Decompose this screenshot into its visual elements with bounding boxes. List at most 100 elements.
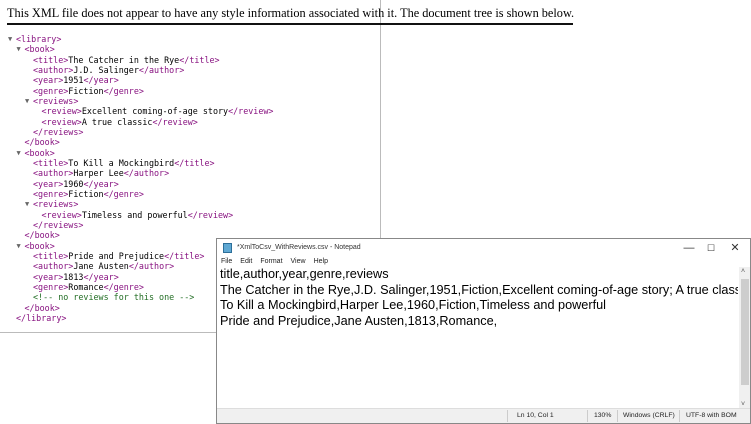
xml-open-tag: </reviews> — [33, 219, 84, 230]
xml-line: </reviews> — [33, 127, 83, 137]
notepad-window: *XmlToCsv_WithReviews.csv - Notepad — ☐ … — [216, 238, 751, 424]
xml-open-tag: <year> — [33, 75, 64, 86]
divider — [7, 23, 573, 25]
xml-line: <genre>Fiction</genre> — [33, 189, 144, 199]
xml-text: 1951 — [63, 75, 84, 86]
xml-open-tag: </book> — [24, 137, 60, 148]
xml-comment: <!-- no reviews for this one --> — [33, 292, 195, 303]
xml-line: <genre>Fiction</genre> — [33, 86, 144, 96]
xml-text: Excellent coming-of-age story — [81, 106, 229, 117]
xml-close-tag: </year> — [83, 75, 119, 86]
xml-line: <author>J.D. Salinger</author> — [33, 65, 184, 75]
minimize-button[interactable]: — — [678, 241, 700, 255]
xml-open-tag: </library> — [16, 312, 67, 323]
status-bar: Ln 10, Col 1 130% Windows (CRLF) UTF-8 w… — [217, 408, 750, 423]
xml-line: <author>Harper Lee</author> — [33, 168, 169, 178]
csv-line: title,author,year,genre,reviews — [220, 267, 389, 281]
title-bar[interactable]: *XmlToCsv_WithReviews.csv - Notepad — ☐ … — [217, 239, 750, 257]
xml-text: A true classic — [81, 116, 153, 127]
window-title: *XmlToCsv_WithReviews.csv - Notepad — [237, 244, 361, 251]
scroll-up-icon[interactable]: ˄ — [741, 268, 745, 275]
xml-text: Harper Lee — [73, 168, 124, 179]
xml-line: <year>1951</year> — [33, 75, 119, 85]
scrollbar-thumb[interactable] — [741, 279, 749, 385]
xml-line: </book> — [25, 230, 60, 240]
xml-line: <title>The Catcher in the Rye</title> — [33, 55, 220, 65]
xml-text: The Catcher in the Rye — [68, 54, 180, 65]
menu-view[interactable]: View — [291, 258, 306, 265]
xml-line: <year>1960</year> — [33, 179, 119, 189]
xml-text: J.D. Salinger — [73, 64, 139, 75]
xml-line: <review>Excellent coming-of-age story</r… — [42, 106, 274, 116]
xml-line: <title>To Kill a Mockingbird</title> — [33, 158, 215, 168]
xml-line: <year>1813</year> — [33, 272, 119, 282]
xml-open-tag: <library> — [16, 34, 62, 44]
scroll-down-icon[interactable]: ˅ — [741, 401, 745, 408]
collapse-toggle-icon[interactable]: ▼ — [8, 34, 12, 44]
close-button[interactable]: ✕ — [724, 241, 746, 255]
menu-format[interactable]: Format — [260, 258, 282, 265]
xml-close-tag: </review> — [228, 106, 274, 117]
csv-line: Pride and Prejudice,Jane Austen,1813,Rom… — [220, 313, 498, 328]
xml-open-tag: </reviews> — [33, 126, 84, 137]
xml-text: Pride and Prejudice — [68, 250, 165, 261]
xml-open-tag: <genre> — [33, 85, 69, 96]
xml-text: Fiction — [68, 188, 104, 199]
vertical-scrollbar[interactable]: ˄ ˅ — [739, 267, 750, 409]
xml-close-tag: </review> — [187, 209, 234, 220]
xml-open-tag: <review> — [41, 106, 82, 117]
xml-open-tag: <book> — [24, 240, 55, 251]
xml-line: ▼ <reviews> — [25, 199, 79, 210]
xml-line: <!-- no reviews for this one --> — [33, 292, 194, 302]
xml-open-tag: <author> — [33, 261, 74, 272]
menu-file[interactable]: File — [221, 258, 232, 265]
xml-text: Jane Austen — [73, 261, 129, 272]
xml-line: <genre>Romance</genre> — [33, 282, 144, 292]
xml-line: <author>Jane Austen</author> — [33, 261, 174, 271]
xml-open-tag: <review> — [41, 209, 82, 220]
collapse-toggle-icon[interactable]: ▼ — [17, 148, 21, 158]
zoom-level: 130% — [594, 412, 612, 419]
collapse-toggle-icon[interactable]: ▼ — [17, 44, 21, 54]
xml-close-tag: </genre> — [103, 188, 144, 199]
xml-text: 1813 — [63, 271, 84, 282]
xml-line: </book> — [25, 303, 60, 313]
xml-line: ▼ <reviews> — [25, 96, 78, 106]
xml-line: ▼ <book> — [17, 44, 55, 55]
xml-text: 1960 — [63, 178, 84, 189]
collapse-toggle-icon[interactable]: ▼ — [25, 96, 29, 106]
collapse-toggle-icon[interactable]: ▼ — [17, 241, 21, 251]
xml-open-tag: <book> — [24, 44, 55, 55]
menu-edit[interactable]: Edit — [240, 258, 252, 265]
xml-line: </book> — [25, 137, 60, 147]
xml-line: ▼ <book> — [17, 148, 55, 158]
menu-bar: File Edit Format View Help — [221, 258, 336, 265]
text-editor[interactable]: title,author,year,genre,reviews The Catch… — [220, 267, 738, 409]
xml-close-tag: </title> — [179, 54, 220, 65]
xml-close-tag: </author> — [138, 64, 185, 75]
xml-close-tag: </author> — [128, 261, 175, 272]
divider — [617, 410, 618, 422]
maximize-button[interactable]: ☐ — [700, 241, 722, 255]
csv-line: To Kill a Mockingbird,Harper Lee,1960,Fi… — [220, 298, 606, 313]
xml-open-tag: <year> — [33, 271, 64, 282]
xml-close-tag: </genre> — [103, 281, 144, 292]
xml-open-tag: <genre> — [33, 281, 69, 292]
xml-line: <title>Pride and Prejudice</title> — [33, 251, 204, 261]
xml-line: ▼ <book> — [17, 240, 55, 251]
menu-help[interactable]: Help — [314, 258, 328, 265]
xml-open-tag: </book> — [24, 230, 60, 241]
xml-close-tag: </year> — [83, 178, 119, 189]
xml-text: To Kill a Mockingbird — [68, 157, 175, 168]
divider — [679, 410, 680, 422]
xml-open-tag: <review> — [41, 116, 82, 127]
xml-line: </library> — [16, 313, 66, 323]
xml-close-tag: </title> — [174, 157, 215, 168]
xml-open-tag: <year> — [33, 178, 64, 189]
xml-open-tag: <genre> — [33, 188, 69, 199]
xml-close-tag: </author> — [123, 168, 170, 179]
xml-open-tag: <reviews> — [33, 199, 79, 210]
csv-line: The Catcher in the Rye,J.D. Salinger,195… — [220, 282, 738, 297]
collapse-toggle-icon[interactable]: ▼ — [25, 199, 29, 209]
xml-style-notice: This XML file does not appear to have an… — [7, 6, 575, 20]
